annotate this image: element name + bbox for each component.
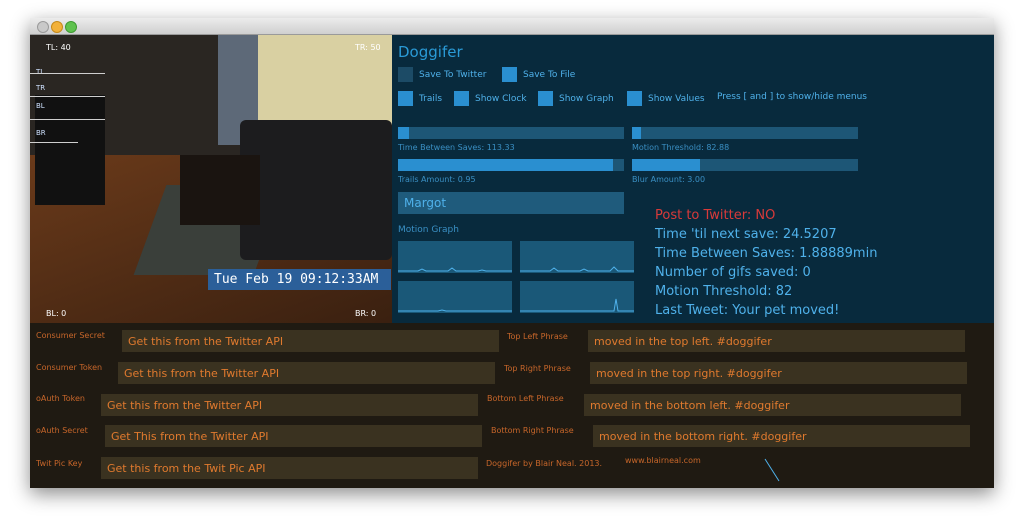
camera-bookshelf [35,95,105,205]
bottom-right-phrase-label: Bottom Right Phrase [491,426,574,435]
quadrant-bar-tl [30,73,105,74]
quadrant-bar-bl [30,119,105,120]
label-tl: TL: 40 [46,43,71,52]
consumer-secret-label: Consumer Secret [36,331,105,340]
quadrant-tick-br: BR [36,129,46,137]
trails-amount-label: Trails Amount: 0.95 [398,175,476,184]
top-right-phrase-label: Top Right Phrase [504,364,571,373]
quadrant-bar-tr [30,96,105,97]
label-bl: BL: 0 [46,309,67,318]
motion-graph-tr [520,241,634,273]
motion-graph-br [520,281,634,313]
close-window-button[interactable] [37,21,49,33]
show-graph-toggle[interactable] [538,91,553,106]
twitter-config-panel: Consumer Secret Get this from the Twitte… [30,323,994,488]
trails-amount-fill [398,159,613,171]
credit-text: Doggifer by Blair Neal. 2013. [486,459,603,468]
motion-graph-label: Motion Graph [398,225,459,235]
motion-threshold-fill [632,127,642,139]
quadrant-bar-br [30,142,78,143]
top-left-phrase-field[interactable]: moved in the top left. #doggifer [588,330,965,352]
pet-name-input[interactable]: Margot [398,192,624,214]
time-between-saves-slider[interactable] [398,127,624,139]
motion-graph-bl [398,281,512,313]
trails-toggle[interactable] [398,91,413,106]
consumer-secret-field[interactable]: Get this from the Twitter API [122,330,499,352]
label-br: BR: 0 [355,309,377,318]
label-tr: TR: 50 [355,43,381,52]
app-title: Doggifer [398,43,463,61]
clock-overlay: Tue Feb 19 09:12:33AM [208,269,391,290]
camera-sofa [240,120,392,260]
consumer-token-field[interactable]: Get this from the Twitter API [118,362,495,384]
bottom-right-phrase-field[interactable]: moved in the bottom right. #doggifer [593,425,970,447]
save-to-twitter-toggle[interactable] [398,67,413,82]
consumer-token-label: Consumer Token [36,363,103,372]
post-to-twitter-status: Post to Twitter: NO [655,208,776,223]
time-til-next-save: Time 'til next save: 24.5207 [655,227,837,242]
trails-label: Trails [419,94,443,104]
show-graph-label: Show Graph [559,94,614,104]
oauth-secret-field[interactable]: Get This from the Twitter API [105,425,482,447]
save-to-file-toggle[interactable] [502,67,517,82]
show-clock-label: Show Clock [475,94,527,104]
time-between-saves-status: Time Between Saves: 1.88889min [655,246,878,261]
window-titlebar [30,18,994,35]
show-values-toggle[interactable] [627,91,642,106]
motion-threshold-status: Motion Threshold: 82 [655,284,793,299]
oauth-token-field[interactable]: Get this from the Twitter API [101,394,478,416]
camera-coffee-table [180,155,260,225]
oauth-token-label: oAuth Token [36,394,85,403]
time-between-saves-label: Time Between Saves: 113.33 [398,143,515,152]
motion-threshold-label: Motion Threshold: 82.88 [632,143,730,152]
twitpic-key-field[interactable]: Get this from the Twit Pic API [101,457,478,479]
blur-amount-slider[interactable] [632,159,858,171]
twitpic-key-label: Twit Pic Key [36,459,83,468]
oauth-secret-label: oAuth Secret [36,426,88,435]
control-panel: Doggifer Save To Twitter Save To File Tr… [392,35,994,323]
menu-hint: Press [ and ] to show/hide menus [717,92,867,102]
zoom-window-button[interactable] [65,21,77,33]
bottom-left-phrase-field[interactable]: moved in the bottom left. #doggifer [584,394,961,416]
last-tweet-status: Last Tweet: Your pet moved! [655,303,840,318]
bottom-left-phrase-label: Bottom Left Phrase [487,394,564,403]
motion-graph-tl [398,241,512,273]
save-to-file-label: Save To File [523,70,576,80]
quadrant-tick-tr: TR [36,84,46,92]
mouse-cursor-trail [764,458,780,482]
top-right-phrase-field[interactable]: moved in the top right. #doggifer [590,362,967,384]
blur-amount-label: Blur Amount: 3.00 [632,175,706,184]
show-clock-toggle[interactable] [454,91,469,106]
time-between-saves-fill [398,127,410,139]
quadrant-tick-tl: TL [36,68,45,76]
quadrant-tick-bl: BL [36,102,45,110]
save-to-twitter-label: Save To Twitter [419,70,487,80]
motion-threshold-slider[interactable] [632,127,858,139]
show-values-label: Show Values [648,94,705,104]
blur-amount-fill [632,159,700,171]
app-window: TL: 40 TR: 50 BL: 0 BR: 0 TL TR BL BR Tu… [30,18,994,488]
top-left-phrase-label: Top Left Phrase [507,332,568,341]
minimize-window-button[interactable] [51,21,63,33]
website-link[interactable]: www.blairneal.com [625,456,701,465]
trails-amount-slider[interactable] [398,159,624,171]
camera-view: TL: 40 TR: 50 BL: 0 BR: 0 TL TR BL BR Tu… [30,35,392,323]
gifs-saved-count: Number of gifs saved: 0 [655,265,811,280]
